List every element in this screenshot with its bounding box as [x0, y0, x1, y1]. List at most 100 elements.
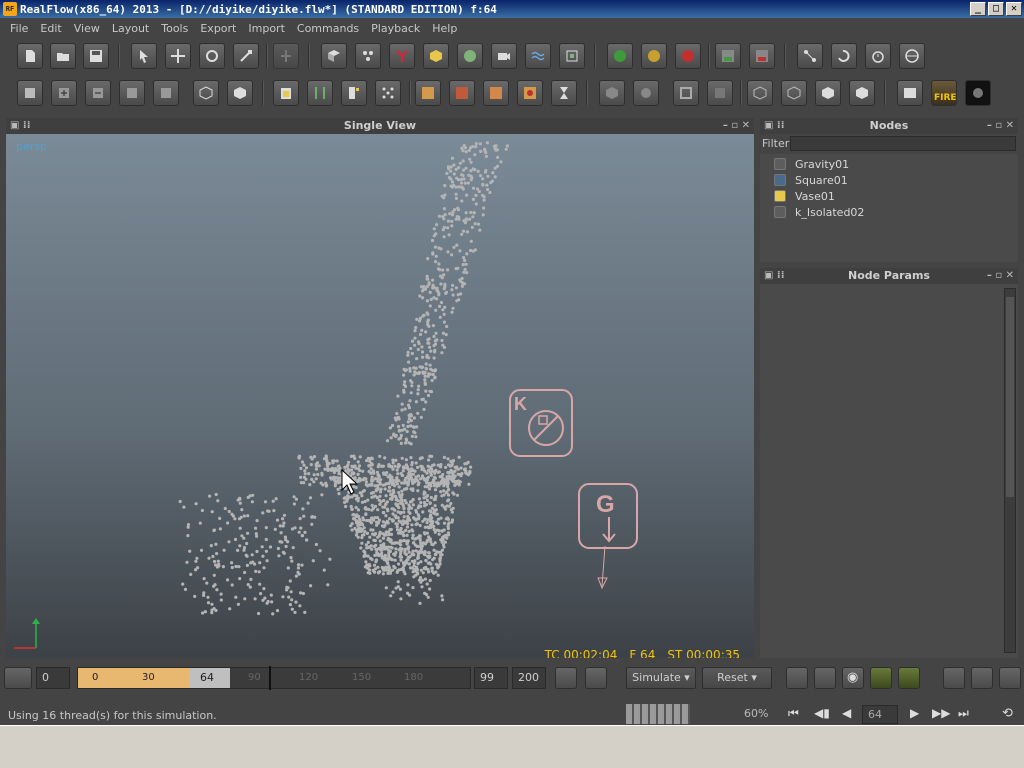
menu-help[interactable]: Help	[426, 22, 463, 35]
cube-button-4[interactable]	[849, 80, 875, 106]
play-backward-button[interactable]: ◀▮	[814, 706, 830, 720]
render-button[interactable]	[897, 80, 923, 106]
green-light-button[interactable]	[607, 43, 633, 69]
add-wave-button[interactable]	[525, 43, 551, 69]
pane-window-controls[interactable]: – ▫ ✕	[723, 118, 750, 134]
menu-playback[interactable]: Playback	[365, 22, 426, 35]
step-backward-button[interactable]: ◀	[842, 706, 851, 720]
add-body-button[interactable]	[457, 43, 483, 69]
timeline-menu-button[interactable]	[4, 667, 32, 689]
node-item-k-isolated02[interactable]: k_Isolated02	[760, 204, 1018, 220]
map-button-1[interactable]	[415, 80, 441, 106]
menu-file[interactable]: File	[4, 22, 34, 35]
map-button-4[interactable]	[517, 80, 543, 106]
timeline-end-field-b[interactable]: 200	[512, 667, 546, 689]
params-pane-menu-icon[interactable]: ▣ ⁞⁞	[764, 268, 785, 284]
menu-export[interactable]: Export	[194, 22, 242, 35]
cube-button-3[interactable]	[815, 80, 841, 106]
nodes-pane-menu-icon[interactable]: ▣ ⁞⁞	[764, 118, 785, 134]
layer-button-2[interactable]	[51, 80, 77, 106]
add-grid-button[interactable]	[559, 43, 585, 69]
shape-button-2[interactable]	[633, 80, 659, 106]
export-green-button[interactable]	[715, 43, 741, 69]
sim-tool-button-1[interactable]	[786, 667, 808, 689]
sim-tool-button-3[interactable]	[870, 667, 892, 689]
shape-button-1[interactable]	[599, 80, 625, 106]
key-add-button[interactable]	[555, 667, 577, 689]
reset-button[interactable]: Reset ▾	[702, 667, 772, 689]
clipboard-button[interactable]	[273, 80, 299, 106]
menu-tools[interactable]: Tools	[155, 22, 194, 35]
current-frame-field[interactable]: 64	[862, 705, 898, 724]
box-button-1[interactable]	[193, 80, 219, 106]
menu-view[interactable]: View	[68, 22, 106, 35]
timeline-track[interactable]: 0 30 64 90 120 150 180	[77, 666, 471, 690]
layer-button-3[interactable]	[85, 80, 111, 106]
layer-button-5[interactable]	[153, 80, 179, 106]
step-forward-key-button[interactable]	[971, 667, 993, 689]
select-tool-button[interactable]	[131, 43, 157, 69]
ruler-button[interactable]	[341, 80, 367, 106]
tools-wrench-button[interactable]	[999, 667, 1021, 689]
pivot-button[interactable]	[273, 43, 299, 69]
red-light-button[interactable]	[675, 43, 701, 69]
close-button[interactable]: ✕	[1006, 2, 1022, 16]
view-eye-button[interactable]: ◉	[842, 667, 864, 689]
map-button-3[interactable]	[483, 80, 509, 106]
add-object-button[interactable]	[321, 43, 347, 69]
move-tool-button[interactable]	[165, 43, 191, 69]
params-pane-controls[interactable]: – ▫ ✕	[987, 268, 1014, 284]
connect-button[interactable]	[797, 43, 823, 69]
layer-button-1[interactable]	[17, 80, 43, 106]
gravity-daemon-gizmo[interactable]: G	[578, 483, 638, 590]
export-red-button[interactable]	[749, 43, 775, 69]
go-to-end-button[interactable]: ⏭	[958, 706, 969, 721]
3d-viewport[interactable]: persp K G TC 00:02:04 F 64 ST 00:00:35	[6, 134, 754, 676]
add-emitter-button[interactable]	[355, 43, 381, 69]
loop-toggle-icon[interactable]: ⟲	[1002, 706, 1013, 721]
box-button-2[interactable]	[227, 80, 253, 106]
rotate-tool-button[interactable]	[199, 43, 225, 69]
cube-button-1[interactable]	[747, 80, 773, 106]
minimize-button[interactable]: _	[970, 2, 986, 16]
menu-edit[interactable]: Edit	[34, 22, 67, 35]
window-title-bar[interactable]: RF RealFlow(x86_64) 2013 - [D://diyike/d…	[0, 0, 1024, 18]
step-forward-button[interactable]: ▶	[910, 706, 919, 720]
menu-commands[interactable]: Commands	[291, 22, 365, 35]
add-mesh-button[interactable]	[423, 43, 449, 69]
step-back-key-button[interactable]	[943, 667, 965, 689]
map-button-2[interactable]	[449, 80, 475, 106]
sim-tool-button-4[interactable]	[898, 667, 920, 689]
globe-button[interactable]	[899, 43, 925, 69]
add-daemon-button[interactable]	[389, 43, 415, 69]
loop-button[interactable]	[831, 43, 857, 69]
timeline-end-field-a[interactable]: 99	[474, 667, 508, 689]
filter-input[interactable]	[790, 136, 1016, 151]
hourglass-button[interactable]	[551, 80, 577, 106]
save-scene-button[interactable]	[83, 43, 109, 69]
sim-tool-button-2[interactable]	[814, 667, 836, 689]
menu-layout[interactable]: Layout	[106, 22, 155, 35]
key-remove-button[interactable]	[585, 667, 607, 689]
maxwell-button[interactable]	[965, 80, 991, 106]
node-item-vase01[interactable]: Vase01	[760, 188, 1018, 204]
add-camera-button[interactable]	[491, 43, 517, 69]
new-scene-button[interactable]	[17, 43, 43, 69]
node-item-square01[interactable]: Square01	[760, 172, 1018, 188]
open-scene-button[interactable]	[50, 43, 76, 69]
node-item-gravity01[interactable]: Gravity01	[760, 156, 1018, 172]
timeline-start-field[interactable]: 0	[36, 667, 70, 689]
k-daemon-gizmo[interactable]: K	[509, 389, 573, 457]
layer-button-4[interactable]	[119, 80, 145, 106]
menu-import[interactable]: Import	[242, 22, 291, 35]
timer-button[interactable]	[865, 43, 891, 69]
go-to-start-button[interactable]: ⏮	[788, 706, 799, 721]
play-forward-button[interactable]: ▶▶	[932, 706, 950, 720]
yellow-light-button[interactable]	[641, 43, 667, 69]
fire-button[interactable]: FIRE	[931, 80, 957, 106]
scale-tool-button[interactable]	[233, 43, 259, 69]
nodes-pane-controls[interactable]: – ▫ ✕	[987, 118, 1014, 134]
shape-button-4[interactable]	[707, 80, 733, 106]
pane-menu-icon[interactable]: ▣ ⁞⁞	[10, 118, 31, 134]
cube-button-2[interactable]	[781, 80, 807, 106]
